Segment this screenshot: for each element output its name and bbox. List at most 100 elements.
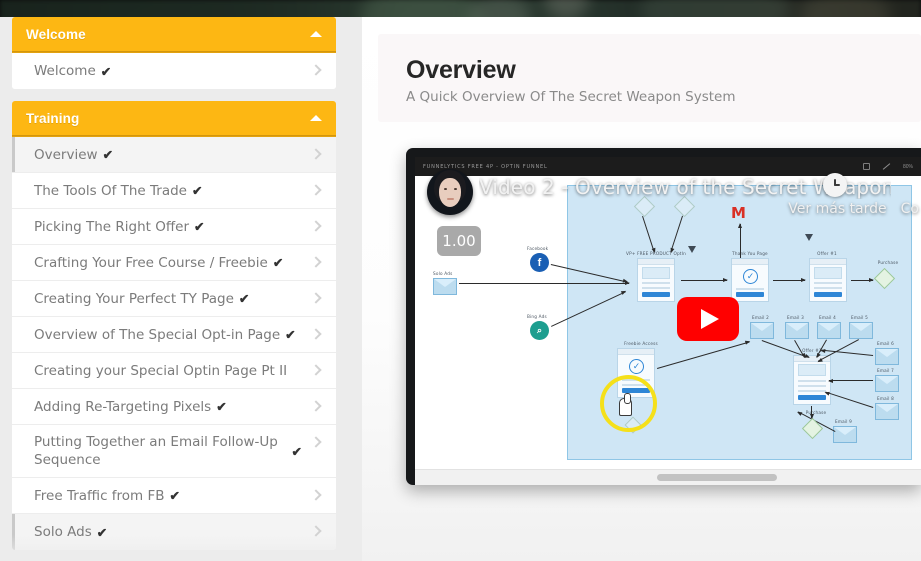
sidebar-item-welcome[interactable]: Welcome ✔ (12, 53, 336, 89)
chevron-right-icon[interactable] (310, 489, 322, 501)
sidebar-section-training: Training Overview ✔ The Tools Of The Tra… (12, 101, 336, 550)
sidebar-item-creating-your-perfect-ty-page[interactable]: Creating Your Perfect TY Page ✔ (12, 281, 336, 317)
email-icon (849, 322, 873, 339)
lesson-label: Crafting Your Free Course / Freebie (34, 254, 268, 271)
caret-up-icon[interactable] (310, 115, 322, 121)
email-icon (750, 322, 774, 339)
sidebar-item-overview[interactable]: Overview ✔ (12, 137, 336, 173)
play-icon[interactable] (677, 297, 739, 341)
playback-speed-badge: 1.00 (437, 226, 481, 256)
video-bezel: FUNNELYTICS FREE 4P - OPTIN FUNNEL 80% F… (406, 148, 921, 485)
course-sidebar[interactable]: Welcome Welcome ✔ Training Overview ✔ Th… (0, 17, 348, 561)
sidebar-item-solo-ads[interactable]: Solo Ads ✔ (12, 514, 336, 550)
chevron-right-icon[interactable] (310, 525, 322, 537)
completed-check-icon: ✔ (96, 525, 108, 540)
scrollbar-thumb[interactable] (657, 474, 777, 481)
chevron-right-icon[interactable] (310, 148, 322, 160)
email-icon (785, 322, 809, 339)
page-mock-offer1-lower (793, 355, 831, 405)
section-body-training: Overview ✔ The Tools Of The Trade ✔ Pick… (12, 135, 336, 550)
chevron-right-icon[interactable] (310, 400, 322, 412)
completed-check-icon: ✔ (100, 64, 112, 79)
lesson-label: Overview (34, 146, 98, 163)
source-label-facebook: Facebook (527, 246, 549, 251)
flow-arrow (851, 278, 874, 282)
share-button[interactable]: Co (901, 201, 919, 217)
email-icon (833, 426, 857, 443)
recording-topbar-title: FUNNELYTICS FREE 4P - OPTIN FUNNEL (423, 163, 548, 170)
completed-check-icon: ✔ (102, 148, 114, 162)
recording-topbar-tools: 80% (862, 163, 913, 170)
lesson-label: Overview of The Special Opt-in Page (34, 326, 281, 343)
chevron-right-icon[interactable] (310, 256, 322, 268)
chevron-right-icon[interactable] (310, 328, 322, 340)
chevron-right-icon[interactable] (310, 220, 322, 232)
section-header-training[interactable]: Training (12, 101, 336, 135)
section-title: Welcome (26, 26, 86, 42)
sidebar-item-crafting-your-free-course[interactable]: Crafting Your Free Course / Freebie ✔ (12, 245, 336, 281)
completed-check-icon: ✔ (291, 444, 302, 459)
lesson-header-card: Overview A Quick Overview Of The Secret … (378, 34, 921, 122)
search-icon: ⌕ (530, 321, 549, 340)
completed-check-icon: ✔ (272, 256, 284, 270)
envelope-icon (433, 278, 457, 295)
inner-horizontal-scrollbar[interactable] (415, 469, 921, 485)
zoom-level-label: 80% (902, 163, 913, 170)
flow-arrow (829, 380, 873, 381)
lesson-label: Creating your Special Optin Page Pt II (34, 362, 288, 379)
caret-up-icon[interactable] (310, 31, 322, 37)
mouse-pointer-icon (688, 246, 696, 253)
flow-arrow (773, 278, 806, 282)
flow-arrow (459, 281, 630, 285)
completed-check-icon: ✔ (216, 400, 227, 414)
completed-check-icon: ✔ (191, 184, 203, 198)
chevron-right-icon[interactable] (310, 436, 322, 448)
lesson-label: Free Traffic from FB (34, 487, 165, 504)
page-mock-thank-you: ✓ (731, 258, 769, 302)
outcome-label-purchase-lower: Purchase (805, 410, 827, 415)
flow-arrow (811, 406, 812, 418)
completed-check-icon: ✔ (169, 489, 181, 503)
sidebar-item-free-traffic-from-fb[interactable]: Free Traffic from FB ✔ (12, 478, 336, 514)
page-mock-optin (637, 258, 675, 302)
page-title: Overview (406, 56, 516, 84)
sidebar-section-welcome: Welcome Welcome ✔ (12, 17, 336, 89)
email-icon (875, 348, 899, 365)
email-label: Email 4 (819, 315, 837, 320)
sidebar-item-creating-special-optin-page-pt2[interactable]: Creating your Special Optin Page Pt II (12, 353, 336, 389)
page-mock-offer1 (809, 258, 847, 302)
section-header-welcome[interactable]: Welcome (12, 17, 336, 51)
sidebar-item-adding-retargeting-pixels[interactable]: Adding Re-Targeting Pixels ✔ (12, 389, 336, 425)
chevron-right-icon[interactable] (310, 184, 322, 196)
page-label-offer1: Offer #1 (817, 251, 837, 256)
hand-cursor-icon (619, 393, 632, 416)
email-label: Email 6 (877, 341, 895, 346)
completed-check-icon: ✔ (194, 220, 205, 234)
frame-icon (862, 163, 870, 170)
video-screen[interactable]: FUNNELYTICS FREE 4P - OPTIN FUNNEL 80% F… (415, 157, 921, 485)
chevron-right-icon[interactable] (310, 292, 322, 304)
lesson-label: Adding Re-Targeting Pixels (34, 398, 212, 415)
video-player[interactable]: FUNNELYTICS FREE 4P - OPTIN FUNNEL 80% F… (406, 148, 921, 485)
chevron-right-icon[interactable] (310, 364, 322, 376)
video-actions: Ver más tarde Co (788, 201, 919, 217)
email-icon (875, 375, 899, 392)
sidebar-item-picking-the-right-offer[interactable]: Picking The Right Offer ✔ (12, 209, 336, 245)
completed-check-icon: ✔ (238, 292, 250, 306)
webcam-avatar (427, 169, 473, 215)
chevron-right-icon[interactable] (310, 64, 322, 76)
watch-later-button[interactable]: Ver más tarde (788, 201, 886, 217)
sidebar-item-tools-of-the-trade[interactable]: The Tools Of The Trade ✔ (12, 173, 336, 209)
email-label: Email 2 (752, 315, 770, 320)
page-label-freebie-access: Freebie Access (624, 341, 658, 346)
lesson-label: Welcome (34, 63, 96, 79)
clock-icon[interactable] (823, 173, 847, 197)
lesson-label: Picking The Right Offer (34, 218, 190, 235)
outcome-label-purchase: Purchase (877, 260, 899, 265)
sidebar-item-email-follow-up-sequence[interactable]: Putting Together an Email Follow-Up Sequ… (12, 425, 336, 478)
facebook-icon: f (530, 253, 549, 272)
lesson-label: The Tools Of The Trade (34, 182, 187, 199)
sidebar-item-overview-special-optin-page[interactable]: Overview of The Special Opt-in Page ✔ (12, 317, 336, 353)
funnel-diagram: Facebook f Solo Ads Bing Ads ⌕ VP+ FREE … (415, 176, 921, 469)
completed-check-icon: ✔ (285, 328, 296, 342)
